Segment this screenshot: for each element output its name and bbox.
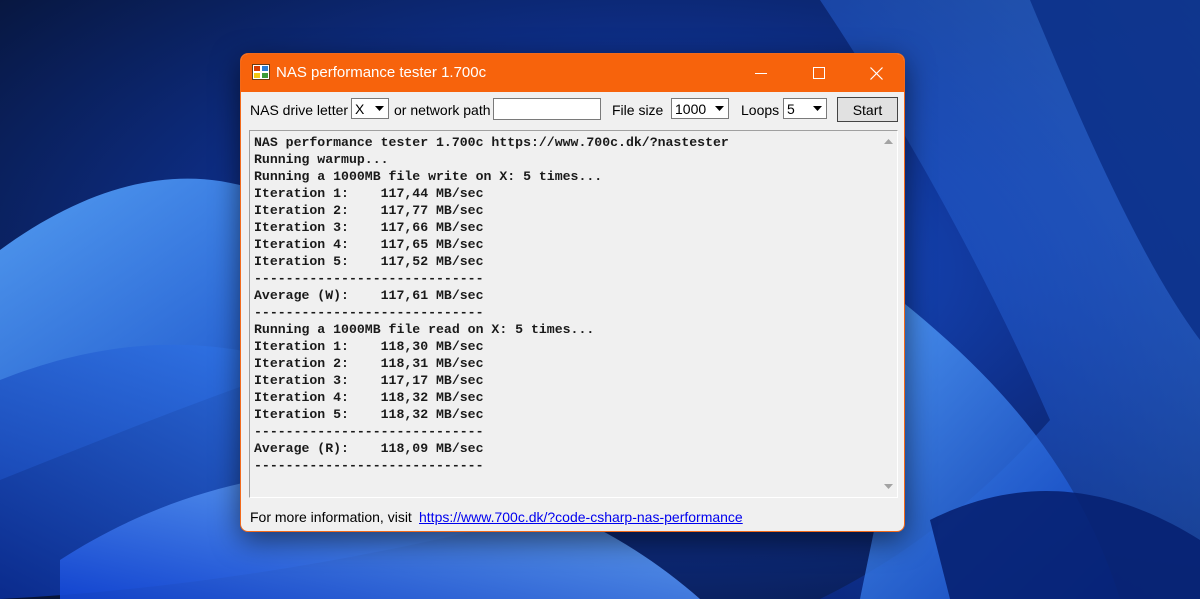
- log-output[interactable]: NAS performance tester 1.700c https://ww…: [249, 130, 898, 498]
- chevron-down-icon[interactable]: [711, 99, 728, 118]
- drive-letter-label: NAS drive letter: [250, 102, 349, 118]
- start-button[interactable]: Start: [837, 97, 898, 122]
- close-button[interactable]: [847, 54, 904, 92]
- log-line: -----------------------------: [254, 271, 484, 286]
- scroll-down-button[interactable]: [880, 478, 897, 495]
- scroll-up-button[interactable]: [880, 133, 897, 150]
- log-line: Iteration 2: 118,31 MB/sec: [254, 356, 484, 371]
- close-icon: [869, 66, 883, 80]
- log-line: Iteration 5: 118,32 MB/sec: [254, 407, 484, 422]
- log-line: NAS performance tester 1.700c https://ww…: [254, 135, 729, 150]
- network-path-input[interactable]: [493, 98, 601, 120]
- log-line: Iteration 3: 117,66 MB/sec: [254, 220, 484, 235]
- log-line: Running warmup...: [254, 152, 389, 167]
- file-size-label: File size: [612, 102, 664, 118]
- file-size-value: 1000: [675, 101, 707, 117]
- log-line: Iteration 1: 118,30 MB/sec: [254, 339, 484, 354]
- network-path-label: or network path: [394, 102, 491, 118]
- log-line: -----------------------------: [254, 458, 484, 473]
- loops-value: 5: [787, 101, 795, 117]
- minimize-icon: [755, 73, 767, 74]
- log-line: Iteration 2: 117,77 MB/sec: [254, 203, 484, 218]
- app-window: NAS performance tester 1.700c NAS drive …: [240, 53, 905, 532]
- log-line: Running a 1000MB file write on X: 5 time…: [254, 169, 603, 184]
- drive-letter-value: X: [355, 101, 365, 117]
- log-line: -----------------------------: [254, 305, 484, 320]
- info-link[interactable]: https://www.700c.dk/?code-csharp-nas-per…: [419, 509, 743, 525]
- title-bar[interactable]: NAS performance tester 1.700c: [241, 54, 904, 92]
- log-line: Iteration 4: 118,32 MB/sec: [254, 390, 484, 405]
- log-line: -----------------------------: [254, 424, 484, 439]
- scroll-up-icon: [884, 139, 893, 144]
- window-app-icon: [252, 64, 270, 80]
- minimize-button[interactable]: [732, 54, 790, 92]
- log-line: Average (W): 117,61 MB/sec: [254, 288, 484, 303]
- window-title: NAS performance tester 1.700c: [276, 64, 487, 81]
- loops-select[interactable]: 5: [783, 98, 827, 119]
- log-line: Iteration 4: 117,65 MB/sec: [254, 237, 484, 252]
- footer: For more information, visit https://www.…: [241, 508, 904, 530]
- drive-letter-select[interactable]: X: [351, 98, 389, 119]
- log-line: Running a 1000MB file read on X: 5 times…: [254, 322, 595, 337]
- loops-label: Loops: [741, 102, 780, 118]
- footer-info-text: For more information, visit: [250, 509, 412, 525]
- file-size-select[interactable]: 1000: [671, 98, 729, 119]
- scroll-down-icon: [884, 484, 893, 489]
- chevron-down-icon[interactable]: [809, 99, 826, 118]
- log-line: Iteration 3: 117,17 MB/sec: [254, 373, 484, 388]
- vertical-scrollbar[interactable]: [880, 131, 897, 497]
- log-line: Iteration 1: 117,44 MB/sec: [254, 186, 484, 201]
- log-line: Iteration 5: 117,52 MB/sec: [254, 254, 484, 269]
- maximize-icon: [813, 67, 825, 79]
- log-text: NAS performance tester 1.700c https://ww…: [254, 134, 729, 474]
- toolbar: NAS drive letter X or network path File …: [241, 95, 904, 127]
- chevron-down-icon[interactable]: [371, 99, 388, 118]
- maximize-button[interactable]: [790, 54, 848, 92]
- log-line: Average (R): 118,09 MB/sec: [254, 441, 484, 456]
